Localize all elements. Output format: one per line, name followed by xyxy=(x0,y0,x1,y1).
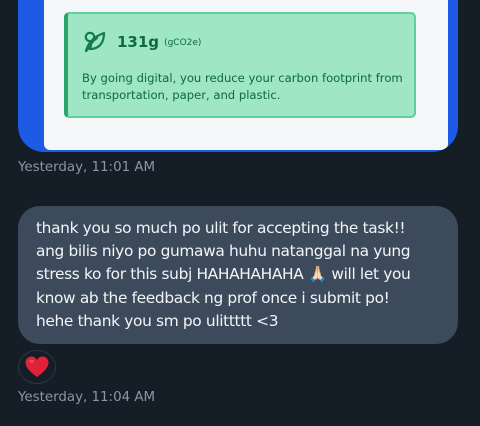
message-timestamp: Yesterday, 11:04 AM xyxy=(18,390,156,405)
heart-icon xyxy=(24,355,50,379)
attachment-preview: 131g (gCO2e) By going digital, you reduc… xyxy=(44,0,448,150)
leaf-icon xyxy=(82,29,108,55)
carbon-description: By going digital, you reduce your carbon… xyxy=(82,71,403,102)
carbon-unit: (gCO2e) xyxy=(164,38,202,48)
carbon-header: 131g (gCO2e) xyxy=(82,29,201,55)
message-timestamp: Yesterday, 11:01 AM xyxy=(18,160,156,175)
message-text: thank you so much po ulit for accepting … xyxy=(36,219,411,330)
carbon-value: 131g xyxy=(117,33,160,51)
carbon-footprint-box: 131g (gCO2e) By going digital, you reduc… xyxy=(64,12,416,118)
message-bubble[interactable]: thank you so much po ulit for accepting … xyxy=(18,206,458,344)
heart-reaction[interactable] xyxy=(18,350,56,384)
media-attachment-card[interactable]: 131g (gCO2e) By going digital, you reduc… xyxy=(18,0,458,152)
